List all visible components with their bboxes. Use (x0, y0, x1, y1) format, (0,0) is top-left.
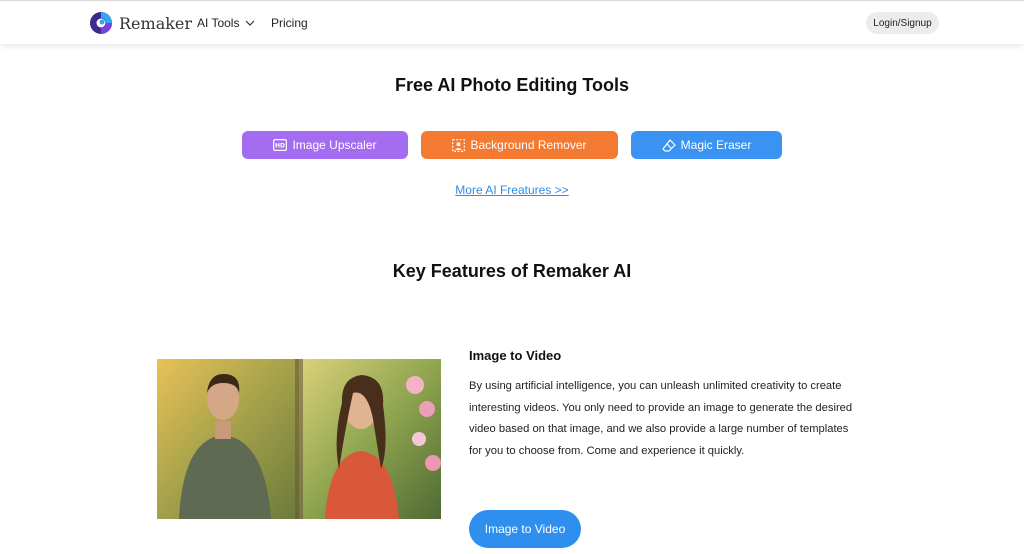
tools-section-title: Free AI Photo Editing Tools (395, 75, 629, 95)
background-remove-icon (452, 138, 466, 152)
feature-photo (157, 359, 441, 519)
login-signup-button[interactable]: Login/Signup (866, 12, 939, 34)
more-ai-features-link[interactable]: More AI Freatures >> (0, 183, 1024, 197)
image-to-video-button[interactable]: Image to Video (469, 510, 581, 548)
feature-title: Image to Video (469, 348, 562, 363)
background-remover-button[interactable]: Background Remover (421, 131, 618, 159)
nav-ai-tools-label: AI Tools (197, 16, 240, 30)
brand-logo[interactable]: Remaker (89, 11, 192, 35)
nav-pricing-link[interactable]: Pricing (271, 16, 308, 30)
brand-name: Remaker (119, 13, 193, 33)
chevron-down-icon (246, 20, 255, 26)
eraser-icon (662, 138, 676, 152)
top-navigation-bar: Remaker AI Tools Pricing Login/Signup (0, 0, 1024, 44)
image-upscaler-label: Image Upscaler (292, 138, 377, 152)
background-remover-label: Background Remover (470, 138, 587, 152)
image-upscaler-button[interactable]: HD Image Upscaler (242, 131, 408, 159)
nav-ai-tools-dropdown[interactable]: AI Tools (197, 16, 255, 30)
svg-text:HD: HD (275, 143, 285, 150)
remaker-logo-icon (90, 12, 112, 34)
features-section-title: Key Features of Remaker AI (392, 261, 632, 281)
hd-icon: HD (273, 139, 288, 151)
feature-description: By using artificial intelligence, you ca… (469, 380, 853, 457)
magic-eraser-button[interactable]: Magic Eraser (631, 131, 782, 159)
magic-eraser-label: Magic Eraser (680, 138, 752, 152)
